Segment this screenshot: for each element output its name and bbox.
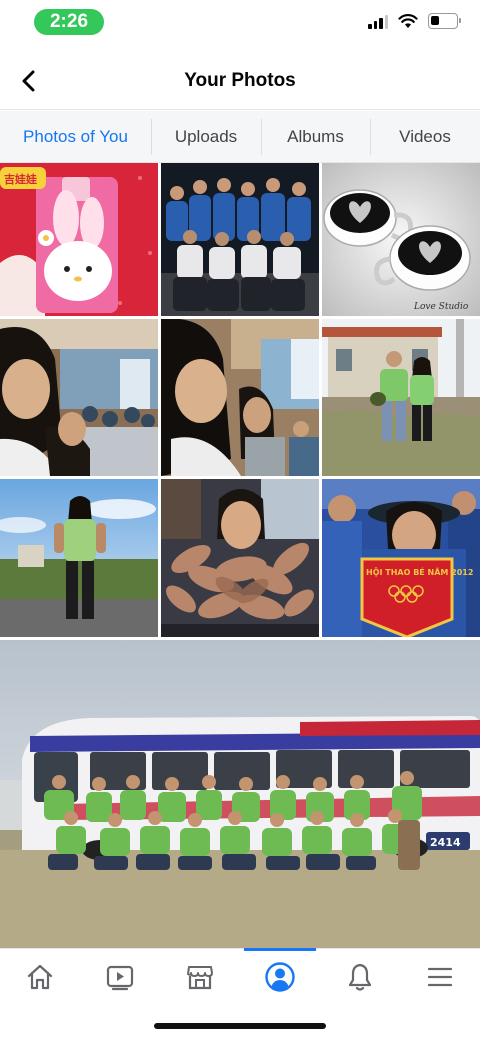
- status-bar: 2:26: [0, 0, 480, 46]
- photo-group-blue-shirts[interactable]: [161, 163, 319, 316]
- status-time: 2:26: [34, 9, 104, 35]
- signal-icon: [368, 13, 388, 29]
- nav-home[interactable]: [0, 949, 80, 1005]
- photo-caption-3: Love Studio: [413, 302, 469, 312]
- wifi-icon: [398, 14, 418, 28]
- photo-girl-green-shirt-road[interactable]: [0, 479, 158, 637]
- bottom-nav: [0, 948, 480, 1004]
- photo-caption-9: HỘI THAO BÉ NĂM 2012: [366, 566, 473, 577]
- photo-girl-classroom-2[interactable]: [161, 319, 319, 476]
- home-indicator: [154, 1023, 326, 1029]
- battery-icon: [428, 13, 461, 29]
- tab-photos-of-you[interactable]: Photos of You: [0, 111, 151, 163]
- photo-heart-coffee-cups[interactable]: Love Studio: [322, 163, 480, 316]
- photo-girl-red-banner[interactable]: HỘI THAO BÉ NĂM 2012: [322, 479, 480, 637]
- photo-caption-10: 2414: [430, 836, 461, 849]
- nav-notifications[interactable]: [320, 949, 400, 1005]
- photo-caption-1: 吉娃娃: [4, 172, 37, 186]
- tab-videos[interactable]: Videos: [370, 111, 480, 163]
- nav-profile[interactable]: [240, 948, 320, 1005]
- photo-girl-dried-leaves[interactable]: [161, 479, 319, 637]
- nav-marketplace[interactable]: [160, 949, 240, 1005]
- tab-uploads[interactable]: Uploads: [151, 111, 261, 163]
- page-title: Your Photos: [184, 70, 296, 91]
- photo-pink-bunny-case[interactable]: 吉娃娃: [0, 163, 158, 316]
- marketplace-icon: [187, 966, 213, 990]
- nav-watch[interactable]: [80, 949, 160, 1005]
- photo-group-bus[interactable]: 2414: [0, 640, 480, 948]
- home-icon: [27, 964, 53, 990]
- status-icons: [368, 13, 461, 29]
- menu-icon: [427, 967, 453, 987]
- photo-girl-classroom-1[interactable]: [0, 319, 158, 476]
- photo-tabs: Photos of You Uploads Albums Videos: [0, 111, 480, 163]
- photo-couple-green-shirts[interactable]: [322, 319, 480, 476]
- notifications-bell-icon: [348, 963, 372, 991]
- nav-menu[interactable]: [400, 949, 480, 1005]
- header: Your Photos: [0, 52, 480, 110]
- tab-albums[interactable]: Albums: [261, 111, 370, 163]
- profile-icon: [265, 962, 295, 992]
- watch-video-icon: [106, 965, 134, 991]
